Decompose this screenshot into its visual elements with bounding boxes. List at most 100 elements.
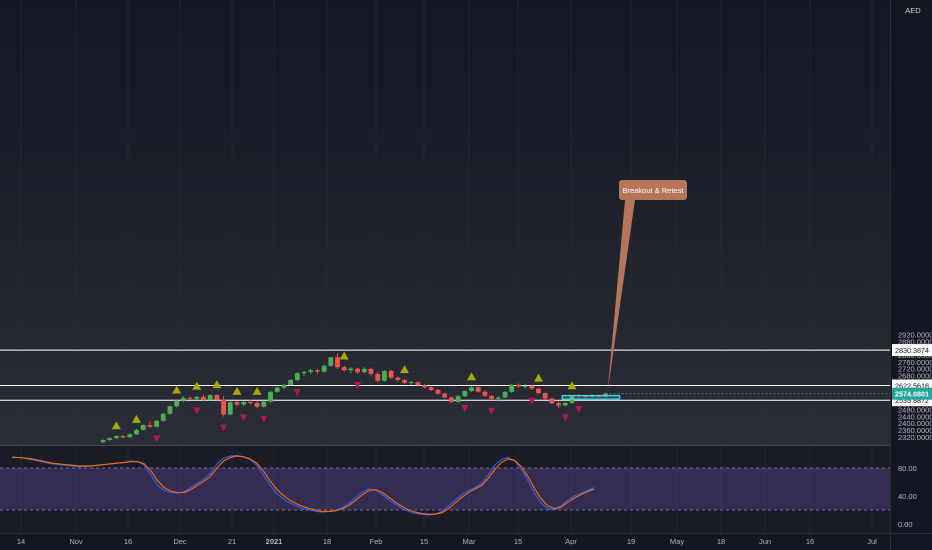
candle-body — [187, 397, 193, 399]
candle-body — [241, 402, 247, 405]
candle-body — [502, 391, 508, 398]
candle-body — [341, 367, 347, 371]
candle-body — [134, 429, 139, 435]
candle-body — [154, 420, 159, 427]
currency-label: AED — [905, 6, 921, 15]
candle-body — [107, 438, 113, 441]
candle-body — [422, 385, 427, 388]
candle-body — [308, 370, 314, 372]
candle-body — [462, 391, 468, 397]
candle-body — [482, 391, 488, 396]
callout-text: Breakout & Retest — [623, 186, 685, 195]
price-axis[interactable]: 2320.00002360.00002400.00002440.00002480… — [892, 331, 932, 442]
candle-body — [395, 377, 401, 380]
candle-body — [248, 402, 253, 404]
candle-body — [234, 402, 240, 405]
candle-body — [442, 393, 448, 398]
time-tick-label: 15 — [514, 537, 522, 546]
candle-body — [402, 379, 407, 383]
candle-body — [489, 395, 494, 399]
time-tick-label: 14 — [17, 537, 25, 546]
indicator-tick-label: 40.00 — [898, 492, 917, 501]
candle-body — [556, 403, 561, 406]
candle-body — [294, 373, 300, 380]
time-tick-label: Jul — [867, 537, 877, 546]
candle-body — [536, 388, 541, 394]
time-tick-label: 18 — [323, 537, 331, 546]
time-tick-label: 2021 — [266, 537, 283, 546]
candle-body — [368, 368, 374, 374]
price-pane — [0, 0, 890, 445]
candle-body — [140, 425, 146, 430]
time-tick-label: 15 — [420, 537, 428, 546]
candle-body — [227, 402, 233, 415]
candle-body — [355, 368, 360, 373]
candle-body — [261, 401, 267, 407]
candle-body — [388, 370, 394, 378]
candle-body — [509, 384, 515, 392]
current-price-label: 2574.0801 — [895, 390, 929, 399]
candle-body — [321, 365, 327, 372]
candle-body — [382, 370, 387, 381]
candle-body — [221, 399, 226, 415]
candle-body — [516, 384, 521, 387]
time-tick-label: Jun — [759, 537, 771, 546]
time-tick-label: 21 — [228, 537, 236, 546]
time-tick-label: Mar — [463, 537, 476, 546]
candle-body — [475, 387, 481, 392]
candle-body — [428, 387, 434, 390]
candle-body — [120, 435, 126, 438]
candle-body — [348, 368, 354, 371]
candle-body — [114, 435, 119, 439]
candle-body — [301, 371, 307, 374]
candle-body — [100, 440, 106, 443]
candle-body — [562, 402, 568, 406]
time-tick-label: Feb — [370, 537, 383, 546]
candle-body — [361, 368, 367, 373]
candle-body — [335, 357, 340, 368]
candle-body — [469, 387, 474, 392]
candle-body — [167, 406, 173, 414]
candle-body — [328, 357, 334, 366]
candle-body — [254, 402, 260, 407]
time-tick-label: May — [670, 537, 684, 546]
trading-chart[interactable]: 2320.00002360.00002400.00002440.00002480… — [0, 0, 932, 550]
price-tick-label: 2920.0000 — [898, 331, 932, 340]
time-tick-label: 16 — [124, 537, 132, 546]
candle-body — [201, 396, 206, 400]
candle-body — [375, 373, 381, 381]
candle-body — [127, 434, 133, 438]
candle-body — [281, 384, 287, 388]
time-tick-label: 16 — [806, 537, 814, 546]
indicator-tick-label: 0.00 — [898, 520, 913, 529]
candle-body — [214, 395, 220, 400]
stoch-band-fill — [0, 468, 890, 510]
candle-body — [147, 425, 153, 427]
candle-body — [288, 379, 293, 385]
candle-body — [495, 397, 501, 399]
time-tick-label: 19 — [627, 537, 635, 546]
candle-body — [174, 400, 180, 407]
candle-body — [207, 395, 213, 400]
candle-body — [549, 398, 555, 404]
candle-body — [522, 385, 528, 387]
time-tick-label: 18 — [717, 537, 725, 546]
candle-body — [415, 382, 421, 386]
breakout-retest-box — [561, 394, 621, 400]
time-tick-label: Nov — [69, 537, 83, 546]
candle-body — [194, 396, 200, 399]
candle-body — [315, 370, 320, 372]
indicator-tick-label: 80.00 — [898, 464, 917, 473]
time-tick-label: Dec — [173, 537, 187, 546]
candle-body — [268, 391, 273, 402]
candle-body — [449, 397, 454, 402]
candle-body — [529, 385, 535, 389]
candle-body — [435, 389, 441, 394]
candle-body — [160, 413, 166, 421]
candle-body — [408, 382, 414, 384]
time-tick-label: Apr — [565, 537, 577, 546]
candle-body — [181, 397, 186, 401]
candle-body — [274, 387, 280, 392]
candle-body — [455, 396, 461, 402]
level-price-label: 2830.3874 — [895, 346, 929, 355]
